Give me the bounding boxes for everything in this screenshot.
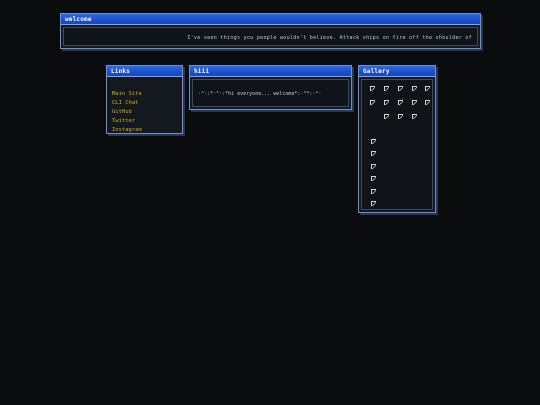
hiii-window-body: ·°·:*·°·:*hi everyone... welcome*:·°*:·°… (192, 79, 349, 107)
welcome-marquee-box: I've seen things you people wouldn't bel… (63, 27, 478, 46)
broken-image-icon[interactable] (384, 86, 389, 91)
broken-image-icon[interactable] (371, 164, 376, 169)
broken-image-icon[interactable] (398, 114, 403, 119)
list-item: Main Site (112, 85, 142, 97)
list-item: Instagram (112, 121, 142, 133)
broken-image-icon[interactable] (371, 151, 376, 156)
hiii-window: hiii ·°·:*·°·:*hi everyone... welcome*:·… (189, 65, 352, 110)
gallery-window: Gallery (358, 65, 436, 213)
link-instagram[interactable]: Instagram (112, 127, 142, 133)
broken-image-icon[interactable] (384, 114, 389, 119)
broken-image-icon[interactable] (371, 201, 376, 206)
broken-image-icon[interactable] (425, 86, 430, 91)
links-window-title: Links (107, 66, 182, 77)
list-item: CLI Chat (112, 94, 142, 106)
links-window-body: Main Site CLI Chat GitHub Twitter Instag… (109, 79, 180, 133)
list-item: Twitter (112, 112, 142, 124)
broken-image-icon[interactable] (398, 86, 403, 91)
broken-image-icon[interactable] (412, 114, 417, 119)
hiii-window-title: hiii (190, 66, 351, 77)
links-window: Links Main Site CLI Chat GitHub Twitter … (106, 65, 183, 134)
broken-image-icon[interactable] (384, 100, 389, 105)
broken-image-icon[interactable] (425, 100, 430, 105)
gallery-window-title: Gallery (359, 66, 435, 77)
broken-image-icon[interactable] (371, 189, 376, 194)
page: welcome I've seen things you people woul… (0, 0, 540, 405)
broken-image-icon[interactable] (370, 86, 375, 91)
welcome-window-title: welcome (61, 14, 480, 25)
welcome-marquee-text: I've seen things you people wouldn't bel… (187, 35, 472, 41)
broken-image-icon[interactable] (412, 100, 417, 105)
broken-image-icon[interactable] (370, 100, 375, 105)
broken-image-icon[interactable] (371, 139, 376, 144)
welcome-window: welcome I've seen things you people woul… (60, 13, 481, 49)
welcome-message: ·°·:*·°·:*hi everyone... welcome*:·°*:·°… (198, 91, 322, 97)
broken-image-icon[interactable] (371, 176, 376, 181)
broken-image-icon[interactable] (412, 86, 417, 91)
links-list: Main Site CLI Chat GitHub Twitter Instag… (112, 85, 142, 133)
broken-image-icon[interactable] (398, 100, 403, 105)
gallery-grid (361, 79, 433, 210)
